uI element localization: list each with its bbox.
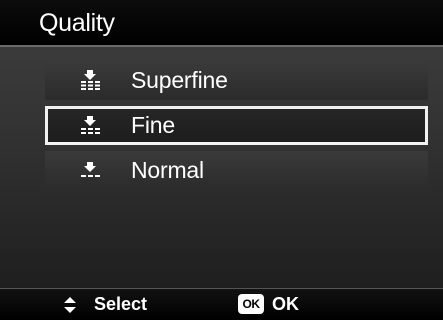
select-hint-label: Select [94, 294, 148, 314]
quality-superfine-icon [81, 70, 100, 90]
menu-item-label: Superfine [131, 67, 228, 93]
menu-item-superfine[interactable]: Superfine [45, 61, 428, 100]
up-down-arrows-icon [64, 297, 76, 313]
title-bar: Quality [0, 0, 443, 47]
quality-normal-icon [81, 162, 100, 177]
camera-menu-screen: Quality Superfine Fine Normal Select OK … [0, 0, 443, 320]
ok-hint-label: OK [272, 294, 299, 314]
quality-menu: Superfine Fine Normal [45, 61, 428, 196]
page-title: Quality [39, 9, 115, 37]
ok-button-icon: OK [238, 294, 264, 314]
menu-item-fine[interactable]: Fine [45, 106, 428, 145]
menu-item-normal[interactable]: Normal [45, 151, 428, 190]
menu-item-label: Fine [131, 112, 175, 138]
quality-fine-icon [81, 116, 100, 134]
menu-item-label: Normal [131, 157, 204, 183]
button-hint-bar: Select OK OK [0, 288, 443, 320]
